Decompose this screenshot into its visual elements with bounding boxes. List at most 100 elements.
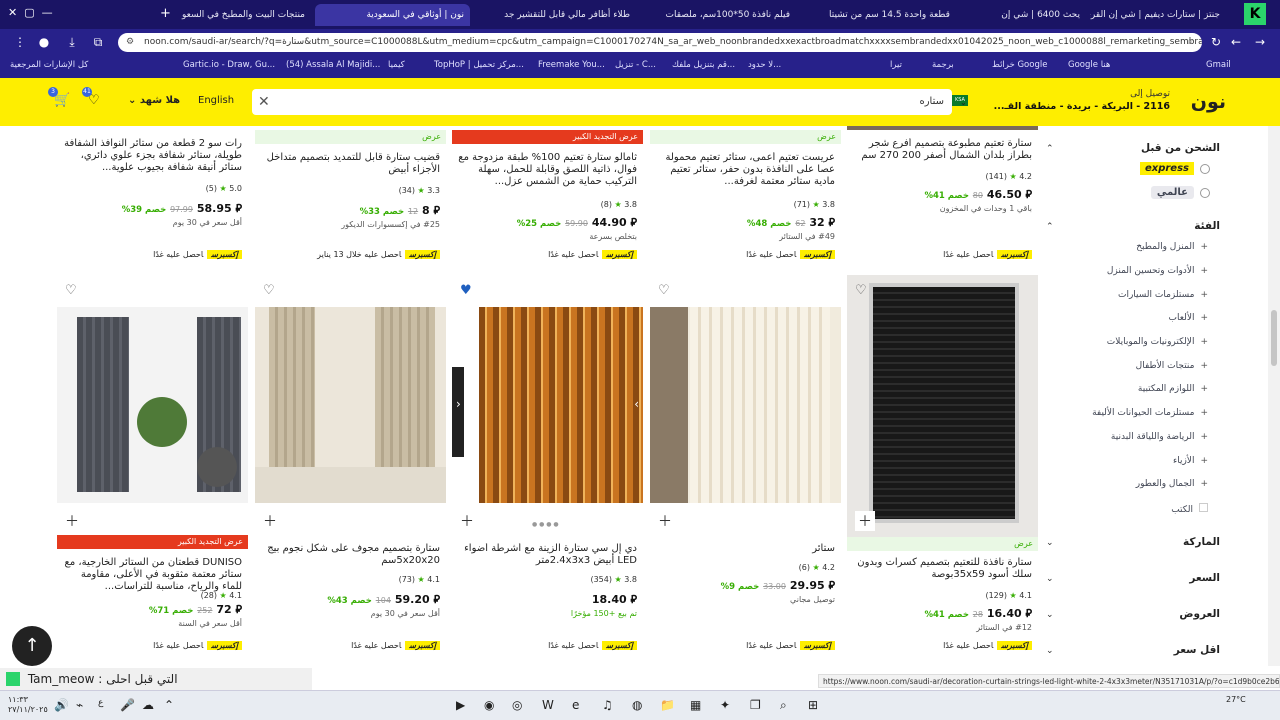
category-item[interactable]: +الألعاب [1169,313,1208,323]
bookmark-item[interactable]: قم بتنزيل ملفك... [672,60,735,70]
category-item[interactable]: +الرياضة واللياقة البدنية [1111,432,1208,442]
taskbar-clock[interactable]: ١١:٣٣ ٢٧/١١/٢٠٢٥ [8,695,48,715]
product-card[interactable]: عرض قضيب ستارة قابل للتمديد بتصميم متداخ… [255,126,446,266]
product-image[interactable] [847,275,1038,537]
language-toggle[interactable]: English [198,95,234,106]
obs-icon[interactable]: ◉ [484,698,494,712]
category-filter-title[interactable]: الفئة [1194,220,1220,232]
product-title[interactable]: عريست تعتيم أعمى، ستائر تعتيم محمولة عصا… [656,152,836,188]
profile-icon[interactable]: ● [36,35,52,49]
product-title[interactable]: ستارة نافذة للتعتيم بتصميم كسرات وبدون س… [853,557,1032,581]
keyboard-language[interactable]: ع [98,698,103,708]
browser-tab[interactable]: منتجات البيت والمطبخ في السعو [165,4,305,26]
chevron-down-icon[interactable]: ⌄ [1046,574,1054,584]
bookmark-star-icon[interactable]: ☆ [1186,33,1194,52]
clear-search-icon[interactable]: ✕ [258,89,270,115]
category-item[interactable]: +الجمال والعطور [1136,479,1208,489]
add-to-cart-plus-icon[interactable]: ＋ [65,511,79,531]
category-item[interactable]: +المنزل والمطبخ [1136,242,1208,252]
weather-widget[interactable]: 27°C [1226,695,1246,705]
search-icon[interactable]: ⌕ [780,698,787,713]
browser-tab[interactable]: قطعة واحدة 14.5 سم من تشيتا [800,4,950,26]
chevron-down-icon[interactable]: ⌄ [960,98,967,107]
category-item[interactable]: +الأدوات وتحسين المنزل [1107,266,1208,276]
tray-chevron-icon[interactable]: ⌃ [164,698,174,712]
bookmark-item[interactable]: تنزيل - C... [615,60,656,70]
search-input[interactable]: ستاره ✕ [252,89,952,115]
browser-tab-active[interactable]: نون | أوثاقي في السعودية [315,4,470,26]
bookmark-item[interactable]: TopHoP | مركز تحميل... [434,60,524,70]
onedrive-icon[interactable]: ☁ [142,698,154,712]
page-scrollbar[interactable] [1268,126,1280,666]
product-title[interactable]: ثامالو ستارة تعتيم 100% طبقة مزدوجة مع ف… [458,152,637,188]
category-item[interactable]: +الإلكترونيات والموبايلات [1107,337,1208,347]
store-icon[interactable]: ▦ [690,698,701,712]
category-item[interactable]: +الأزياء [1173,456,1208,466]
radio-button[interactable] [1200,187,1210,198]
product-card[interactable]: ♡ ＋ ستائر 4.2 ★ (6) ⃁ 29.95 33.00 خصم 9%… [650,275,841,660]
bookmark-all[interactable]: كل الإشارات المرجعية [10,60,88,70]
task-view-icon[interactable]: ❐ [750,698,761,712]
new-tab-button[interactable]: + [160,6,171,21]
bookmark-item[interactable]: Freemake You... [538,60,605,70]
browser-tab[interactable]: فيلم نافذة 50*100سم، ملصقات [640,4,790,26]
product-title[interactable]: قضيب ستارة قابل للتمديد بتصميم متداخل ال… [261,152,440,176]
product-image[interactable] [57,307,248,503]
carousel-next-icon[interactable]: › [634,397,639,411]
network-icon[interactable]: ⌁ [76,698,83,712]
scroll-to-top-button[interactable]: ↑ [12,626,52,666]
download-icon[interactable]: ⤓ [64,35,80,50]
copilot-icon[interactable]: ✦ [720,698,730,712]
scrollbar-thumb[interactable] [1271,310,1277,366]
product-card[interactable]: عرض التجديد الكبير ثامالو ستارة تعتيم 10… [452,126,643,266]
product-card[interactable]: ♡ ＋ عرض ستارة نافذة للتعتيم بتصميم كسرات… [847,275,1038,660]
browser-tab[interactable]: جنتز | ستارات ديفيم | شي إن القرى [1090,4,1220,26]
noon-logo[interactable]: نون [1191,91,1226,113]
edge-icon[interactable]: e [572,698,579,712]
wishlist-heart-icon[interactable]: ♡ [658,283,670,298]
bookmark-item[interactable]: Google هنا [1068,60,1110,70]
menu-icon[interactable]: ⋮ [12,35,28,49]
add-to-cart-plus-icon[interactable]: ＋ [658,511,672,531]
url-input[interactable]: ⚙ noon.com/saudi-ar/search/?q=ستارة&utm_… [118,33,1202,52]
product-title[interactable]: ستارة تعتيم مطبوعة بتصميم أفرع شجر بطراز… [853,138,1032,162]
category-item[interactable]: +مستلزمات الحيوانات الأليفة [1092,408,1208,418]
file-explorer-icon[interactable]: 📁 [660,698,675,712]
offers-filter-title[interactable]: العروض [1179,608,1220,620]
product-card[interactable]: عرض عريست تعتيم أعمى، ستائر تعتيم محمولة… [650,126,841,266]
chrome-icon[interactable]: ◎ [512,698,522,712]
category-item[interactable]: الكتب [1171,503,1208,515]
product-card[interactable]: رات سو 2 قطعة من ستائر النوافذ الشفافة ط… [57,126,248,266]
product-card[interactable]: ♡ ＋ ستارة بتصميم مجوف على شكل نجوم بيج 5… [255,275,446,660]
product-title[interactable]: ستائر [656,543,835,555]
radio-button[interactable] [1200,163,1210,174]
browser-tab[interactable]: يحث 6400 | شي إن [960,4,1080,26]
kick-app-icon[interactable]: ▶ [456,698,465,712]
product-title[interactable]: DUNISO قطعتان من الستائر الخارجية، مع ست… [63,557,242,593]
add-to-cart-plus-icon[interactable]: ＋ [460,511,474,531]
back-icon[interactable]: → [1252,35,1268,49]
product-card[interactable]: ستارة تعتيم مطبوعة بتصميم أفرع شجر بطراز… [847,126,1038,266]
bookmark-item[interactable]: برجمة [932,60,954,70]
brand-filter-title[interactable]: الماركة [1183,536,1220,548]
product-title[interactable]: دي إل سي ستارة الزينة مع أشرطة أضواء LED… [458,543,637,567]
product-image[interactable] [650,307,841,503]
carousel-prev-icon[interactable]: ‹ [456,397,461,411]
bookmark-item[interactable]: (54) Assala Al Majidi... [286,60,380,70]
extensions-icon[interactable]: ⧉ [90,35,106,50]
chevron-up-icon[interactable]: ⌃ [1046,222,1054,232]
category-item[interactable]: +منتجات الأطفال [1136,361,1208,371]
wishlist-heart-filled-icon[interactable]: ♥ [460,283,472,298]
chevron-down-icon[interactable]: ⌄ [1046,646,1054,656]
discord-icon[interactable]: ◍ [632,698,642,712]
chevron-down-icon[interactable]: ⌄ [1046,538,1054,548]
carousel-dots[interactable]: ● ● ● ● [532,521,559,528]
lowest-price-filter-title[interactable]: اقل سعر [1174,644,1220,656]
start-icon[interactable]: ⊞ [808,698,818,712]
chevron-up-icon[interactable]: ⌃ [1046,144,1054,154]
bookmark-item[interactable]: تيرا [890,60,902,70]
mic-icon[interactable]: 🎤 [120,698,135,712]
shipping-filter-title[interactable]: الشحن من قبل [1141,142,1220,154]
bookmark-item[interactable]: كيميا [388,60,405,70]
volume-icon[interactable]: 🔊 [54,698,69,712]
